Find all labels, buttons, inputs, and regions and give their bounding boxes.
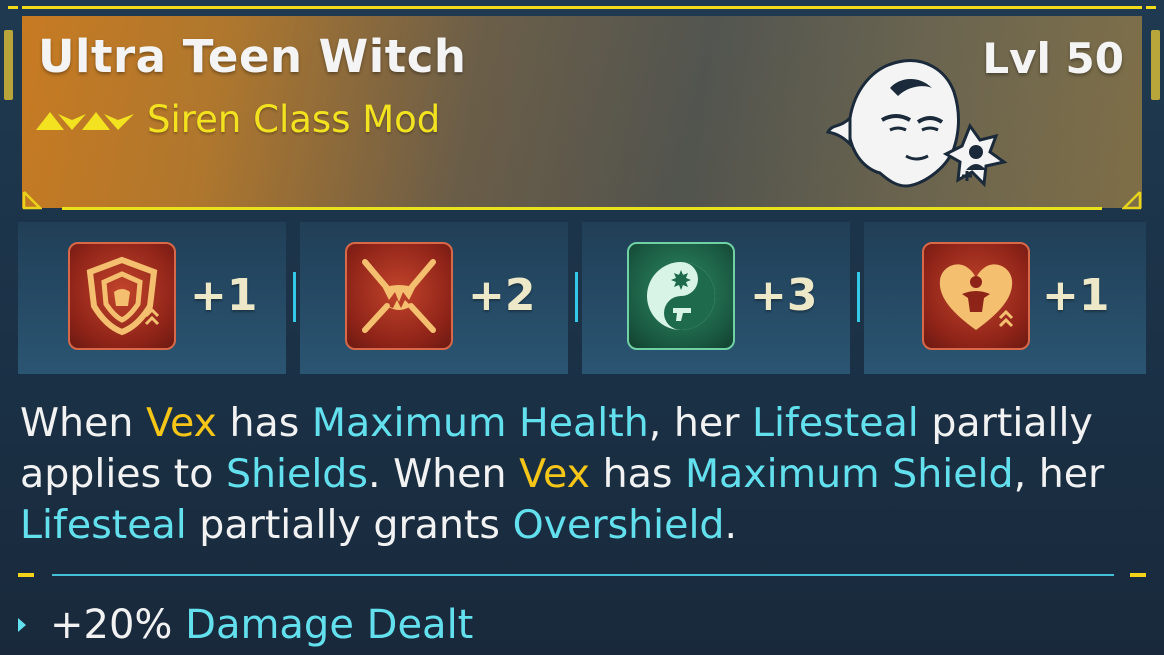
keyword-vex: Vex	[519, 451, 591, 497]
description-text: When	[20, 400, 146, 446]
left-edge-bar	[4, 30, 13, 100]
description-text: , her	[648, 400, 753, 446]
heart-figure-upgrade-icon	[922, 242, 1030, 350]
keyword-lifesteal: Lifesteal	[20, 502, 187, 548]
divider-tick-right	[1130, 573, 1146, 577]
slot-divider	[857, 272, 860, 322]
corner-right-icon	[1122, 191, 1142, 210]
fanged-maw-icon	[345, 242, 453, 350]
slot-divider	[293, 272, 296, 322]
keyword-lifesteal: Lifesteal	[752, 400, 919, 446]
item-type: Siren Class Mod	[147, 98, 441, 141]
stat-keyword: Damage Dealt	[185, 602, 474, 648]
header-underline	[62, 207, 1102, 210]
description-text: has	[590, 451, 685, 497]
skill-bonus-value: +2	[468, 270, 536, 321]
description-text: partially grants	[186, 502, 513, 548]
divider-tick-left	[18, 573, 34, 577]
shield-upgrade-icon	[68, 242, 176, 350]
yin-yang-pistol-icon	[627, 242, 735, 350]
keyword-shields: Shields	[225, 451, 368, 497]
item-card: Ultra Teen Witch Lvl 50 Siren Class Mod	[0, 0, 1164, 655]
skill-bonus-value: +3	[750, 270, 818, 321]
stat-value: +20%	[50, 602, 186, 648]
keyword-maximum-health: Maximum Health	[311, 400, 649, 446]
rarity-chevrons-icon	[36, 112, 134, 130]
item-description: When Vex has Maximum Health, her Lifeste…	[20, 398, 1150, 551]
right-edge-bar	[1151, 30, 1160, 100]
skill-bonuses: +1 +2 +3 +1	[0, 222, 1164, 374]
top-right-tick	[1146, 6, 1156, 9]
slot-divider	[575, 272, 578, 322]
keyword-maximum-shield: Maximum Shield	[684, 451, 1014, 497]
skill-slot[interactable]: +3	[582, 222, 850, 374]
top-border-line	[22, 6, 1142, 9]
bullet-arrow-icon	[18, 618, 26, 632]
skill-bonus-value: +1	[190, 270, 258, 321]
description-text: , her	[1013, 451, 1105, 497]
keyword-vex: Vex	[145, 400, 217, 446]
item-title: Ultra Teen Witch	[38, 30, 467, 83]
description-text: .	[724, 502, 738, 548]
description-text: has	[216, 400, 312, 446]
skill-slot[interactable]: +1	[18, 222, 286, 374]
skill-bonus-value: +1	[1042, 270, 1110, 321]
description-text: . When	[367, 451, 520, 497]
stat-line: +20% Damage Dealt	[50, 602, 473, 648]
skill-slot[interactable]: +2	[300, 222, 568, 374]
top-left-tick	[8, 6, 18, 9]
corner-left-icon	[22, 191, 42, 210]
section-divider	[52, 574, 1114, 576]
vex-portrait-icon	[825, 59, 1008, 188]
skill-slot[interactable]: +1	[864, 222, 1146, 374]
keyword-overshield: Overshield	[512, 502, 725, 548]
